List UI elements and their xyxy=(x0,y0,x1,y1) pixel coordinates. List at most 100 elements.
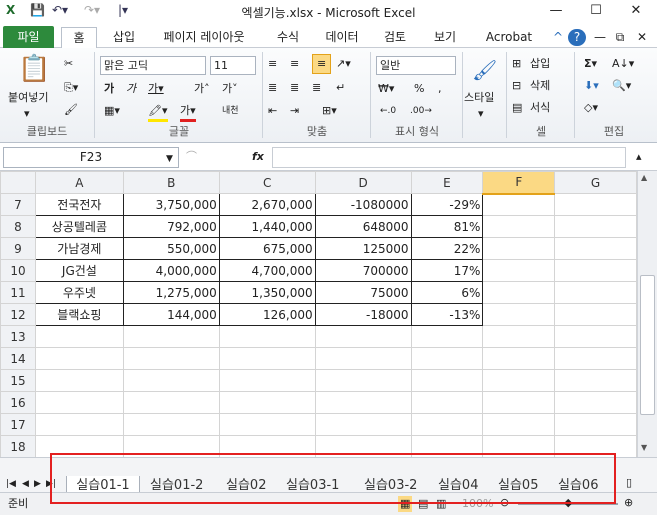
orientation-icon[interactable]: ↗▾ xyxy=(336,56,351,72)
cell[interactable]: 81% xyxy=(410,215,484,238)
split-handle-icon[interactable]: ▯ xyxy=(626,475,632,491)
shrink-font-icon[interactable]: 가˅ xyxy=(222,81,238,97)
cell[interactable]: 144,000 xyxy=(122,303,220,326)
cell[interactable] xyxy=(554,325,637,348)
insert-function-button[interactable]: fx xyxy=(252,149,264,165)
column-header-b[interactable]: B xyxy=(122,171,220,194)
currency-icon[interactable]: ₩▾ xyxy=(378,81,394,97)
paste-dropdown-icon[interactable]: ▾ xyxy=(24,106,30,122)
tab-file[interactable]: 파일 xyxy=(3,26,54,48)
cell[interactable]: -1080000 xyxy=(314,193,412,216)
cell[interactable] xyxy=(410,347,484,370)
borders-icon[interactable]: ▦▾ xyxy=(104,103,120,119)
align-center-icon[interactable]: ≣ xyxy=(290,80,299,96)
cell[interactable] xyxy=(482,193,556,216)
cell[interactable] xyxy=(482,391,556,414)
cell[interactable]: 125000 xyxy=(314,237,412,260)
column-header-a[interactable]: A xyxy=(34,171,124,194)
wrap-text-icon[interactable]: ↵ xyxy=(336,80,345,96)
cell[interactable] xyxy=(218,391,316,414)
delete-cells-button[interactable]: 삭제 xyxy=(530,78,550,94)
cell[interactable]: 17% xyxy=(410,259,484,282)
cell[interactable]: 가남경제 xyxy=(34,237,124,260)
decrease-indent-icon[interactable]: ⇤ xyxy=(268,103,277,119)
tab-formulas[interactable]: 수식 xyxy=(266,27,310,48)
cell[interactable]: 126,000 xyxy=(218,303,316,326)
grow-font-icon[interactable]: 가˄ xyxy=(194,81,210,97)
cell[interactable] xyxy=(554,369,637,392)
cell[interactable]: 1,275,000 xyxy=(122,281,220,304)
align-right-icon[interactable]: ≣ xyxy=(312,80,321,96)
cell[interactable]: 6% xyxy=(410,281,484,304)
column-header-c[interactable]: C xyxy=(218,171,316,194)
column-header-g[interactable]: G xyxy=(554,171,637,194)
row-header[interactable]: 10 xyxy=(0,259,36,282)
cell[interactable]: 792,000 xyxy=(122,215,220,238)
cut-icon[interactable]: ✂ xyxy=(64,56,73,72)
doc-minimize-icon[interactable]: — xyxy=(592,27,608,48)
expand-formula-bar-icon[interactable]: ▴ xyxy=(636,149,642,165)
cell[interactable]: 우주넷 xyxy=(34,281,124,304)
formula-bar-resize-icon[interactable]: ⌒ xyxy=(186,149,197,165)
doc-close-icon[interactable]: ✕ xyxy=(634,27,650,48)
cell[interactable]: -18000 xyxy=(314,303,412,326)
align-left-icon[interactable]: ≣ xyxy=(268,80,277,96)
cell[interactable] xyxy=(34,391,124,414)
vertical-scroll-thumb[interactable] xyxy=(640,275,655,415)
first-sheet-icon[interactable]: |◀ xyxy=(6,476,16,492)
cell[interactable] xyxy=(482,215,556,238)
percent-icon[interactable]: % xyxy=(414,81,424,97)
find-select-icon[interactable]: 🔍▾ xyxy=(612,78,631,94)
close-button[interactable]: ✕ xyxy=(616,0,656,22)
cell[interactable] xyxy=(554,391,637,414)
cell[interactable] xyxy=(34,325,124,348)
cell[interactable] xyxy=(218,413,316,436)
tab-acrobat[interactable]: Acrobat xyxy=(478,27,540,48)
scroll-up-icon[interactable]: ▲ xyxy=(641,173,647,182)
cell[interactable] xyxy=(314,391,412,414)
cell[interactable] xyxy=(314,347,412,370)
row-header[interactable]: 11 xyxy=(0,281,36,304)
format-cells-button[interactable]: 서식 xyxy=(530,100,550,116)
decrease-decimal-icon[interactable]: .00→ xyxy=(410,103,432,119)
cell[interactable] xyxy=(34,369,124,392)
cell[interactable] xyxy=(554,193,637,216)
row-header[interactable]: 17 xyxy=(0,413,36,436)
styles-dropdown-icon[interactable]: ▾ xyxy=(478,106,484,122)
cell[interactable] xyxy=(554,303,637,326)
row-header[interactable]: 15 xyxy=(0,369,36,392)
phonetic-icon[interactable]: 내천 xyxy=(222,103,239,119)
cell[interactable] xyxy=(122,325,220,348)
cell[interactable] xyxy=(122,369,220,392)
tab-review[interactable]: 검토 xyxy=(374,27,416,48)
tab-view[interactable]: 보기 xyxy=(424,27,466,48)
cell[interactable] xyxy=(554,237,637,260)
align-middle-icon[interactable]: ≡ xyxy=(290,56,299,72)
cell[interactable] xyxy=(554,259,637,282)
cell[interactable]: -29% xyxy=(410,193,484,216)
help-icon[interactable]: ? xyxy=(568,29,586,46)
doc-restore-icon[interactable]: ⧉ xyxy=(612,27,628,48)
cell[interactable]: JG건설 xyxy=(34,259,124,282)
cell[interactable]: 전국전자 xyxy=(34,193,124,216)
cell[interactable] xyxy=(410,413,484,436)
styles-button[interactable]: 스타일 xyxy=(464,90,494,106)
cell[interactable] xyxy=(314,325,412,348)
font-size-select[interactable]: 11 xyxy=(210,56,256,75)
cell[interactable]: 675,000 xyxy=(218,237,316,260)
formula-input[interactable] xyxy=(272,147,626,168)
comma-icon[interactable]: , xyxy=(438,81,442,97)
vertical-scrollbar[interactable]: ▲ ▼ xyxy=(637,171,657,457)
tab-page-layout[interactable]: 페이지 레이아웃 xyxy=(150,27,258,48)
cell[interactable]: 1,440,000 xyxy=(218,215,316,238)
align-bottom-icon[interactable]: ≡ xyxy=(312,54,332,74)
scroll-down-icon[interactable]: ▼ xyxy=(641,443,647,452)
row-header[interactable]: 13 xyxy=(0,325,36,348)
insert-cells-icon[interactable]: ⊞ xyxy=(512,56,521,72)
cell[interactable] xyxy=(554,215,637,238)
number-format-select[interactable]: 일반 xyxy=(376,56,456,75)
row-header[interactable]: 14 xyxy=(0,347,36,370)
cell[interactable] xyxy=(410,369,484,392)
format-cells-icon[interactable]: ▤ xyxy=(512,100,522,116)
row-header[interactable]: 18 xyxy=(0,435,36,457)
